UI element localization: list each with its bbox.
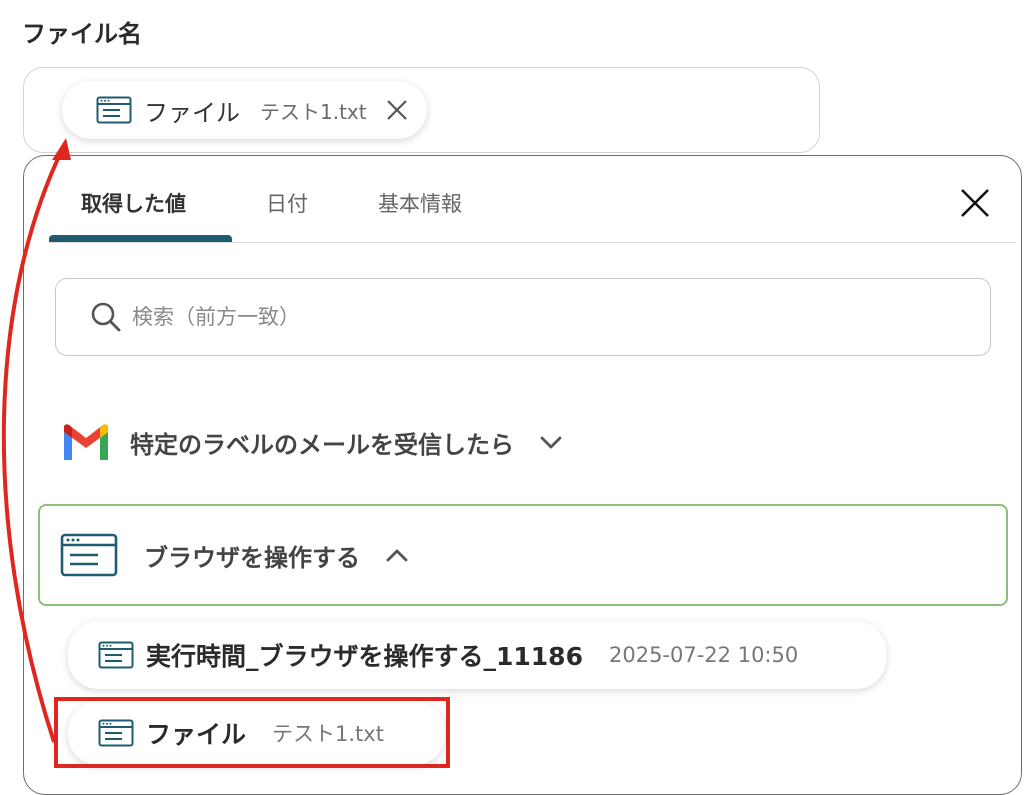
search-box[interactable] [55,278,991,356]
search-input[interactable] [130,304,934,330]
section-title: 特定のラベルのメールを受信したら [130,430,514,459]
item-value: 2025-07-22 10:50 [608,643,799,667]
browser-window-icon [96,96,132,124]
chip-value: テスト1.txt [260,99,367,124]
item-name: 実行時間_ブラウザを操作する_11186 [146,642,583,671]
section-title: ブラウザを操作する [144,543,360,572]
search-icon [91,302,121,332]
chevron-down-icon[interactable] [538,432,564,452]
chevron-up-icon[interactable] [384,545,410,565]
field-label: ファイル名 [22,20,142,48]
tab-basic-info[interactable]: 基本情報 [378,180,462,226]
annotation-highlight-box [54,697,450,768]
tab-divider [49,242,1016,243]
tab-date[interactable]: 日付 [266,180,308,226]
variable-item-execution-time[interactable]: 実行時間_ブラウザを操作する_11186 2025-07-22 10:50 [68,621,886,689]
remove-chip-icon[interactable] [385,98,409,122]
browser-window-icon [98,641,134,669]
active-tab-indicator [49,235,232,242]
section-gmail-trigger[interactable]: 特定のラベルのメールを受信したら [60,422,564,462]
close-icon[interactable] [958,186,992,220]
chip-name: ファイル [144,98,240,127]
selected-variable-chip[interactable]: ファイル テスト1.txt [62,81,427,139]
tab-acquired-values[interactable]: 取得した値 [81,180,186,226]
browser-window-icon [60,533,118,577]
section-browser-operation[interactable]: ブラウザを操作する [38,504,1008,606]
gmail-icon [64,424,108,460]
